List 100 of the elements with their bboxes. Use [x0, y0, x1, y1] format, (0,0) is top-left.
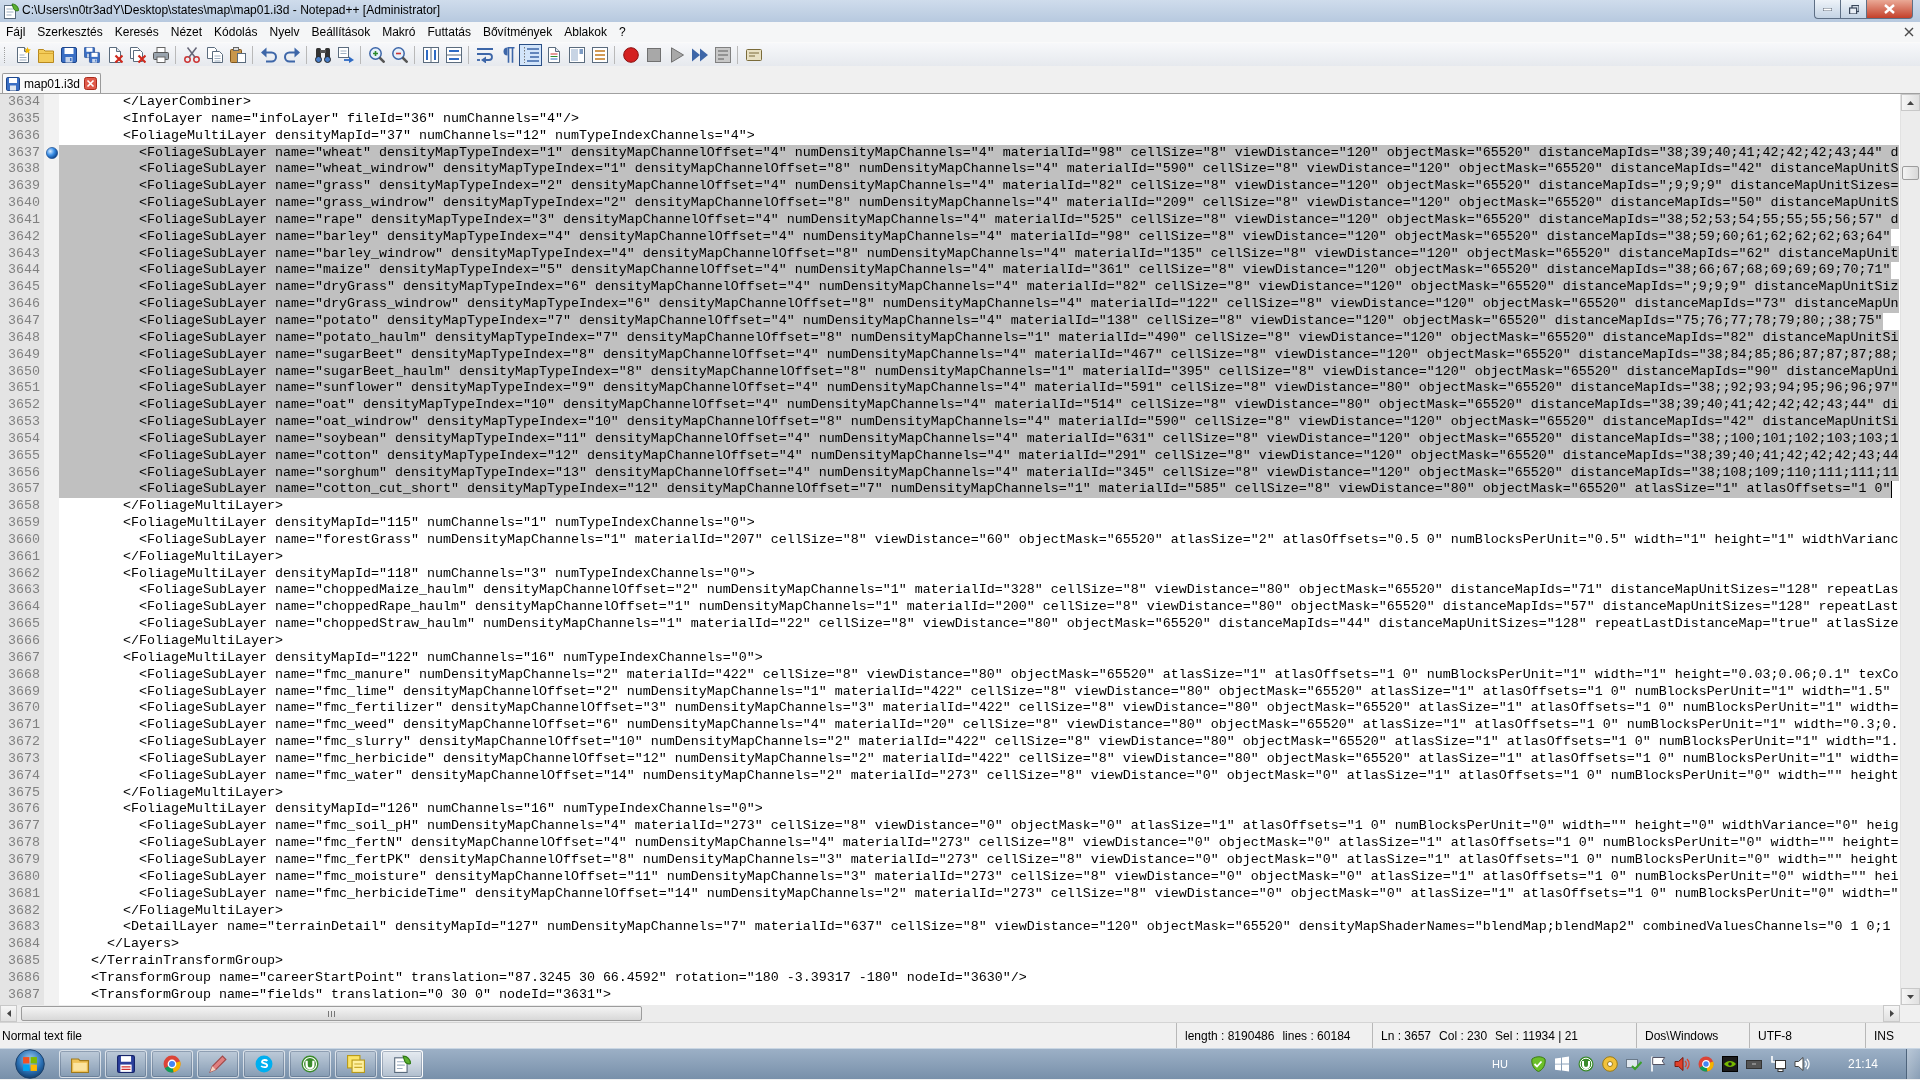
line-number: 3673	[7, 750, 41, 768]
code-line: <TransformGroup name="careerStartPoint" translation="87.3245 30 66.4592" rotation="180 -3.39317 -180" nodeId="3630"/>	[90, 969, 1027, 987]
line-number: 3687	[7, 986, 41, 1004]
menu-item[interactable]: Futtatás	[421, 23, 477, 41]
browser-icon[interactable]	[1697, 1056, 1714, 1072]
disc-icon[interactable]	[1601, 1056, 1618, 1072]
line-number: 3653	[7, 414, 41, 431]
horizontal-scrollbar[interactable]	[0, 1005, 1900, 1022]
length-label: length : 8190486	[1185, 1028, 1275, 1043]
line-number: 3670	[7, 700, 41, 718]
code-line: </Layers>	[106, 936, 179, 954]
line-number: 3684	[7, 936, 41, 954]
menu-item[interactable]: Makró	[376, 23, 422, 41]
line-number: 3644	[7, 262, 41, 280]
four-panes-icon[interactable]	[1553, 1056, 1570, 1072]
speaker-icon[interactable]	[1793, 1056, 1810, 1072]
line-number: 3643	[7, 245, 41, 263]
pen-icon[interactable]	[209, 1055, 227, 1073]
line-number: 3685	[7, 953, 41, 970]
notepad-icon	[3, 3, 19, 19]
scroll-up-button[interactable]	[1901, 94, 1920, 111]
round-logo-icon[interactable]	[1577, 1056, 1594, 1072]
menu-item[interactable]: Nyelv	[263, 23, 306, 41]
browser-icon[interactable]	[163, 1055, 181, 1073]
code-line: <FoliageSubLayer name="fmc_herbicideTime" densityMapChannelOffset="14" numDensityMapChannels="2" materialId="273" cellSize="8" viewDistance="0" objectMask="0" atlasSize="1" atlasOffsets="1 0" numBlocksPerUnit="0" width="	[137, 885, 1899, 903]
chat-icon[interactable]	[255, 1055, 273, 1073]
menu-item[interactable]: Beállítások	[305, 23, 377, 41]
code-line: <InfoLayer name="infoLayer" fileId="36" numChannels="4"/>	[122, 110, 579, 128]
orb-icon[interactable]	[15, 1049, 45, 1079]
scrollbar-thumb[interactable]	[21, 1006, 642, 1021]
bookmark-icon[interactable]	[45, 146, 58, 159]
taskbar-button[interactable]	[105, 1050, 147, 1078]
code-line: <FoliageSubLayer name="fmc_slurry" densityMapChannelOffset="10" numDensityMapChannels="2" materialId="422" cellSize="8" viewDistance="80" objectMask="65520" atlasSize="1" atlasOffsets="1 0" numBlocksPerUnit="1" width="1.	[137, 734, 1899, 751]
line-number: 3662	[7, 565, 41, 583]
file-type-label: Normal text file	[2, 1028, 83, 1043]
eye-logo-icon[interactable]	[1721, 1056, 1738, 1072]
code-line: </TerrainTransformGroup>	[90, 953, 283, 970]
code-line: <FoliageSubLayer name="fmc_moisture" densityMapChannelOffset="11" numDensityMapChannels="3" materialId="273" cellSize="8" viewDistance="0" objectMask="0" atlasSize="1" atlasOffsets="1 0" numBlocksPerUnit="0" width="" hei	[137, 868, 1899, 886]
restore-icon[interactable]	[1848, 4, 1859, 14]
line-number: 3636	[7, 127, 41, 145]
scrollbar-thumb[interactable]	[1902, 166, 1919, 180]
line-number: 3650	[7, 363, 41, 381]
menu-item[interactable]: Kódolás	[208, 23, 264, 41]
speaker-icon[interactable]	[1673, 1056, 1690, 1072]
vertical-scrollbar[interactable]	[1900, 94, 1920, 1005]
folder-icon[interactable]	[71, 1055, 89, 1073]
menu-item[interactable]: Nézet	[164, 23, 209, 41]
menu-item[interactable]: Fájl	[0, 23, 32, 41]
menu-item[interactable]: Szerkesztés	[31, 23, 109, 41]
line-number: 3680	[7, 868, 41, 886]
scroll-down-button[interactable]	[1901, 988, 1920, 1005]
line-number: 3666	[7, 633, 41, 650]
menu-item[interactable]: Keresés	[108, 23, 165, 41]
code-line: <FoliageSubLayer name="fmc_fertN" densityMapChannelOffset="4" numDensityMapChannels="4" materialId="273" cellSize="8" viewDistance="0" objectMask="0" atlasSize="1" atlasOffsets="1 0" numBlocksPerUnit="0" width="" height=	[137, 835, 1899, 852]
line-number: 3655	[7, 447, 41, 465]
network-check-icon[interactable]	[1625, 1056, 1642, 1072]
code-line: <FoliageSubLayer name="fmc_manure" numDensityMapChannels="2" materialId="422" cellSize="8" viewDistance="80" objectMask="65520" atlasSize="1" atlasOffsets="1 0" numBlocksPerUnit="1" width="1" height="0.03;0.06;0.1" texCo	[137, 666, 1899, 684]
insert-mode-label: INS	[1874, 1028, 1894, 1043]
check-icon[interactable]	[1529, 1056, 1546, 1072]
code-line: </FoliageMultiLayer>	[122, 498, 283, 516]
code-line: <TransformGroup name="fields" translation="0 30 0" nodeId="3631">	[90, 986, 611, 1004]
triangle-left-icon	[6, 1010, 11, 1017]
encoding-label: UTF-8	[1758, 1028, 1792, 1043]
line-number: 3645	[7, 279, 41, 297]
line-number: 3663	[7, 582, 41, 600]
text-editor[interactable]	[0, 94, 1900, 1005]
code-line: </FoliageMultiLayer>	[122, 633, 283, 650]
menu-item[interactable]: Bővítmények	[476, 23, 559, 41]
network-icon[interactable]	[1769, 1056, 1786, 1072]
line-count-label: lines : 60184	[1282, 1028, 1351, 1043]
line-number: 3642	[7, 228, 41, 246]
close-button[interactable]	[1866, 0, 1913, 19]
code-line: <FoliageSubLayer name="choppedMaize_haulm" densityMapChannelOffset="2" numDensityMapChannels="1" materialId="328" cellSize="8" viewDistance="80" objectMask="65520" distanceMapIds="71" distanceMapUnitSizes="128" repeatLas	[137, 582, 1899, 600]
show-desktop-button[interactable]	[1906, 1049, 1920, 1079]
close-icon[interactable]	[84, 77, 98, 90]
line-number: 3679	[7, 851, 41, 869]
code-line: <FoliageSubLayer name="fmc_water" densityMapChannelOffset="14" numDensityMapChannels="2" materialId="273" cellSize="8" viewDistance="0" objectMask="0" atlasSize="1" atlasOffsets="1 0" numBlocksPerUnit="0" width="" height	[137, 767, 1899, 785]
line-number: 3637	[7, 144, 41, 162]
menu-item[interactable]: ?	[612, 23, 632, 41]
close-icon[interactable]	[1904, 27, 1914, 37]
menu-item[interactable]: Ablakok	[558, 23, 613, 41]
line-number: 3667	[7, 649, 41, 667]
minimize-button[interactable]	[1814, 0, 1840, 19]
line-number: 3660	[7, 531, 41, 549]
code-line: <FoliageSubLayer name="fmc_weed" densityMapChannelOffset="6" numDensityMapChannels="4" materialId="20" cellSize="8" viewDistance="80" objectMask="65520" atlasSize="1" atlasOffsets="1 0" numBlocksPerUnit="1" width="0.3;0.	[137, 717, 1899, 735]
line-number: 3652	[7, 397, 41, 415]
flag-icon[interactable]	[1649, 1056, 1666, 1072]
line-number: 3641	[7, 211, 41, 229]
line-number: 3677	[7, 818, 41, 836]
minimize-icon[interactable]	[1823, 7, 1832, 11]
restore-button[interactable]	[1840, 0, 1866, 19]
scroll-left-button[interactable]	[0, 1005, 17, 1022]
line-number: 3647	[7, 312, 41, 330]
file-tab[interactable]: map01.i3d	[2, 73, 102, 93]
round-logo-icon[interactable]	[301, 1055, 319, 1073]
notepad-icon[interactable]	[393, 1055, 411, 1073]
scroll-right-button[interactable]	[1883, 1005, 1900, 1022]
triangle-down-icon	[1907, 994, 1914, 999]
line-number: 3674	[7, 767, 41, 785]
line-number: 3664	[7, 599, 41, 617]
